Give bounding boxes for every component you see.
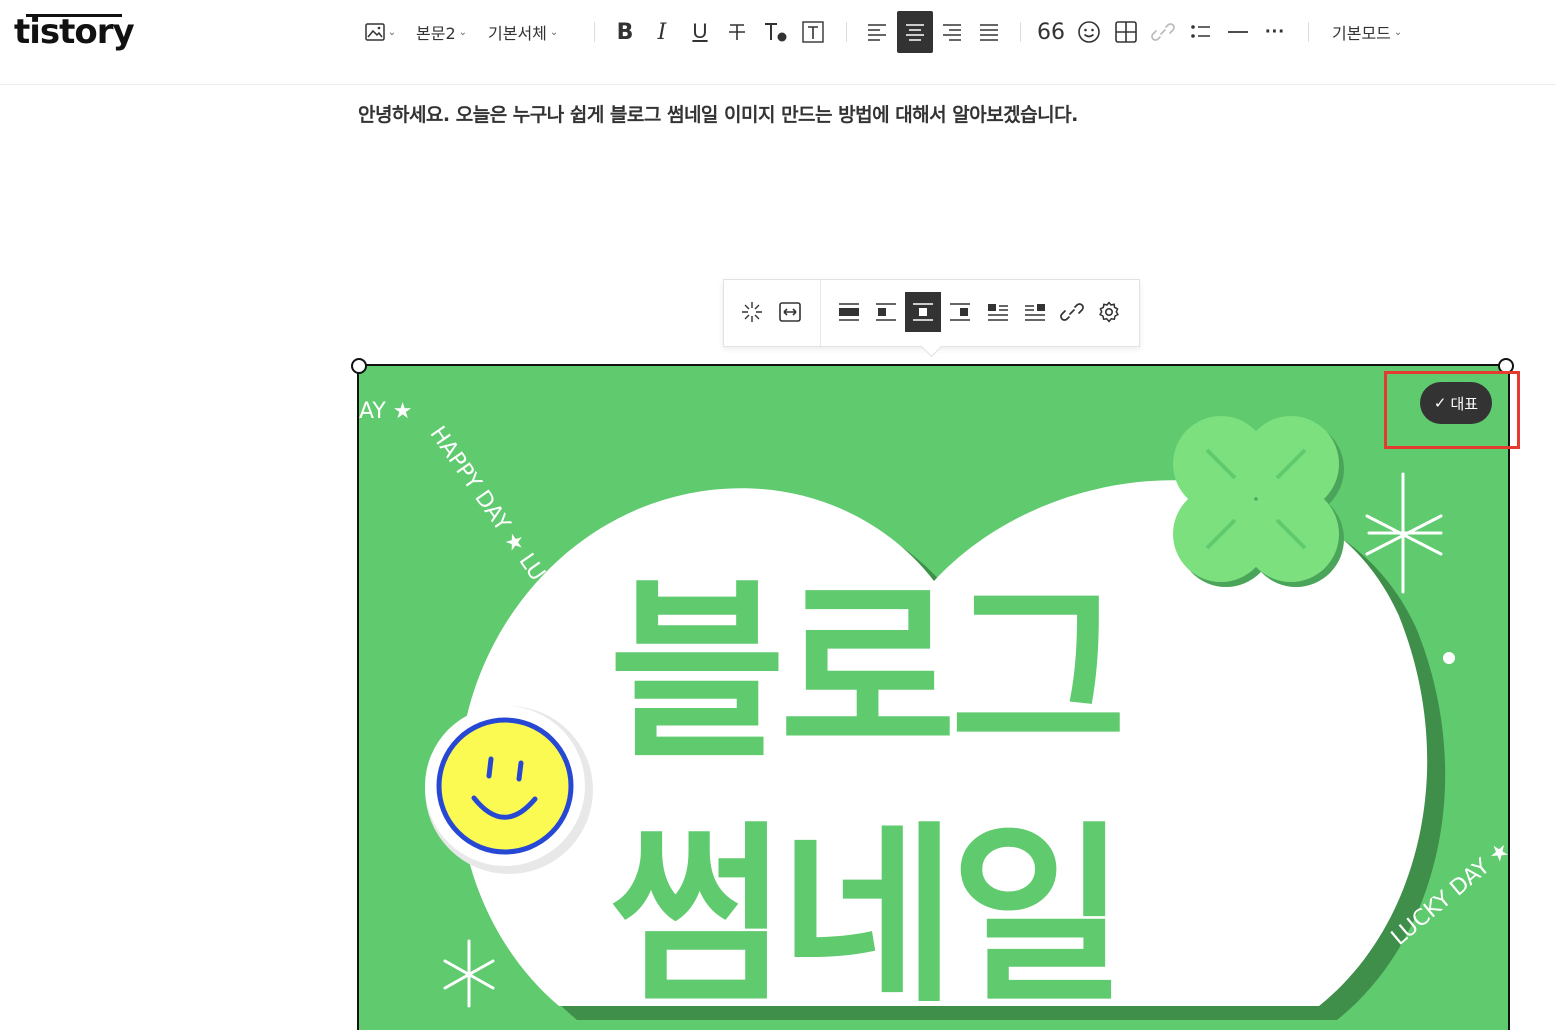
link-icon [1151,23,1175,41]
align-center-button[interactable] [897,11,933,53]
layout-right-button[interactable] [942,292,978,332]
chevron-down-icon: ⌄ [387,26,397,38]
font-label: 기본서체 [488,24,547,43]
text-color-button[interactable] [758,14,792,50]
wrap-right-icon [1025,304,1045,321]
image-resize-button[interactable] [772,292,808,332]
layout-left-button[interactable] [868,292,904,332]
align-left-button[interactable] [860,14,894,50]
image-toolbar-pointer [920,335,943,358]
image-effect-button[interactable] [734,292,770,332]
horizontal-line-icon [1228,31,1248,33]
editor-mode-select[interactable]: 기본모드 ⌄ [1332,14,1402,50]
toolbar-divider [1020,22,1021,42]
toolbar-divider [846,22,847,42]
chevron-down-icon: ⌄ [1393,26,1403,38]
divider-line-button[interactable] [1221,14,1255,50]
paragraph-style-label: 본문2 [416,24,456,43]
paragraph-style-select[interactable]: 본문2 ⌄ [416,14,467,50]
link-icon [1060,303,1084,321]
editor-toolbar: tistory ⌄ 본문2 ⌄ 기본서체 ⌄ B I U 66 ··· 기본모드… [0,0,1556,85]
italic-button[interactable]: I [645,14,679,50]
tistory-logo[interactable]: tistory [14,12,135,52]
highlight-box [1384,371,1520,449]
align-justify-icon [980,24,998,41]
insert-image-button[interactable]: ⌄ [360,14,400,50]
chevron-down-icon: ⌄ [549,26,559,38]
wrap-right-button[interactable] [1017,292,1053,332]
selected-image[interactable]: AY ★ HAPPY DAY ★ LUCKY LUCKY DAY ★ 블로그 썸… [357,364,1510,1030]
list-button[interactable] [1184,14,1218,50]
image-icon [365,23,385,41]
emoticon-button[interactable] [1072,14,1106,50]
bullet-list-icon [1191,25,1210,38]
layout-full-icon [839,303,859,321]
image-toolbar-divider [820,280,821,346]
resize-handle-top-left[interactable] [351,358,367,374]
more-button[interactable]: ··· [1258,14,1292,50]
layout-full-button[interactable] [831,292,867,332]
link-button[interactable] [1146,14,1180,50]
smiley-sticker [425,706,593,874]
align-right-icon [943,24,961,41]
sparkle-icon [742,302,762,322]
image-link-button[interactable] [1054,292,1090,332]
table-icon [1115,21,1137,43]
wrap-left-icon [988,304,1008,321]
chevron-down-icon: ⌄ [458,26,468,38]
bold-button[interactable]: B [608,14,642,50]
text-background-icon [802,21,824,43]
font-select[interactable]: 기본서체 ⌄ [488,14,558,50]
clover-icon [1173,416,1344,587]
underline-icon: U [692,20,708,43]
layout-center-button[interactable] [905,292,941,332]
resize-horizontal-icon [779,302,801,322]
thumbnail-title-line2: 썸네일 [609,806,1127,1029]
quote-icon: 66 [1037,19,1065,45]
quote-button[interactable]: 66 [1034,14,1068,50]
toolbar-divider [1308,22,1309,42]
image-toolbar [723,279,1140,358]
gear-icon [1099,301,1119,323]
intro-paragraph[interactable]: 안녕하세요. 오늘은 누구나 쉽게 블로그 썸네일 이미지 만드는 방법에 대해… [358,100,1078,127]
ring-text-fragment: AY ★ [359,399,413,424]
align-left-icon [868,24,886,41]
strikethrough-button[interactable] [720,14,754,50]
strikethrough-icon [729,24,745,40]
thumbnail-title-line1: 블로그 [609,562,1127,785]
ring-text-top: HAPPY DAY ★ LUCKY [425,422,575,621]
image-settings-button[interactable] [1091,292,1127,332]
align-center-icon [906,24,924,41]
smiley-icon [1078,21,1100,43]
align-justify-button[interactable] [972,14,1006,50]
layout-left-icon [876,303,896,321]
more-icon: ··· [1265,20,1285,43]
toolbar-divider [594,22,595,42]
text-color-icon [765,23,787,42]
text-background-button[interactable] [796,14,830,50]
table-button[interactable] [1109,14,1143,50]
editor-mode-label: 기본모드 [1332,24,1391,43]
italic-icon: I [657,19,667,45]
layout-right-icon [950,303,970,321]
wrap-left-button[interactable] [980,292,1016,332]
align-right-button[interactable] [935,14,969,50]
underline-button[interactable]: U [683,14,717,50]
bold-icon: B [616,19,634,45]
layout-center-icon [913,303,933,321]
